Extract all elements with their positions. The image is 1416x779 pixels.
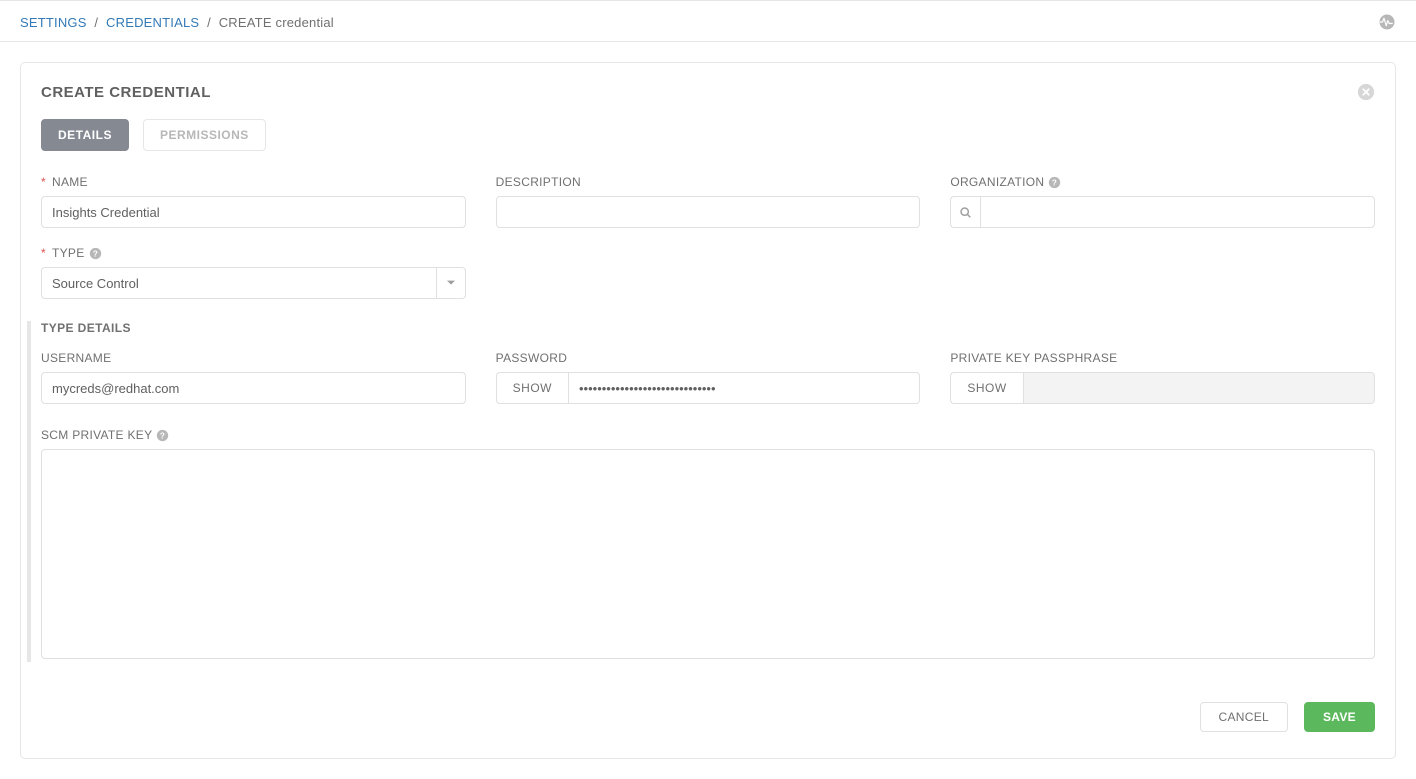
type-label: * TYPE ? <box>41 246 466 260</box>
help-icon[interactable]: ? <box>156 428 170 442</box>
chevron-down-icon[interactable] <box>436 267 466 299</box>
save-button[interactable]: SAVE <box>1304 702 1375 732</box>
form-grid-main: * NAME DESCRIPTION ORGANIZATION ? <box>41 175 1375 299</box>
organization-label: ORGANIZATION ? <box>950 175 1375 189</box>
organization-input-group <box>950 196 1375 228</box>
field-organization: ORGANIZATION ? <box>950 175 1375 228</box>
activity-stream-icon[interactable] <box>1378 13 1396 31</box>
password-input[interactable] <box>568 372 920 404</box>
panel-header: CREATE CREDENTIAL <box>41 83 1375 101</box>
help-icon[interactable]: ? <box>89 246 103 260</box>
field-passphrase: PRIVATE KEY PASSPHRASE SHOW <box>950 351 1375 404</box>
passphrase-input-group: SHOW <box>950 372 1375 404</box>
passphrase-show-button[interactable]: SHOW <box>950 372 1022 404</box>
scm-private-key-textarea[interactable] <box>41 449 1375 659</box>
spacer <box>496 246 921 299</box>
create-credential-panel: CREATE CREDENTIAL DETAILS PERMISSIONS * … <box>20 62 1396 759</box>
required-marker: * <box>41 246 46 260</box>
form-grid-type-details: USERNAME PASSWORD SHOW PRIVATE KEY PASSP… <box>41 351 1375 662</box>
field-username: USERNAME <box>41 351 466 404</box>
close-icon[interactable] <box>1357 83 1375 101</box>
passphrase-label: PRIVATE KEY PASSPHRASE <box>950 351 1375 365</box>
organization-input[interactable] <box>980 196 1375 228</box>
password-show-button[interactable]: SHOW <box>496 372 568 404</box>
passphrase-input[interactable] <box>1023 372 1375 404</box>
field-password: PASSWORD SHOW <box>496 351 921 404</box>
type-selected-value: Source Control <box>41 267 436 299</box>
tab-bar: DETAILS PERMISSIONS <box>41 119 1375 151</box>
cancel-button[interactable]: CANCEL <box>1200 702 1288 732</box>
organization-lookup-button[interactable] <box>950 196 980 228</box>
svg-text:?: ? <box>1052 178 1057 187</box>
tab-details[interactable]: DETAILS <box>41 119 129 151</box>
required-marker: * <box>41 175 46 189</box>
top-bar: SETTINGS / CREDENTIALS / CREATE credenti… <box>0 0 1416 42</box>
name-input[interactable] <box>41 196 466 228</box>
field-scm-private-key: SCM PRIVATE KEY ? <box>41 428 1375 662</box>
description-input[interactable] <box>496 196 921 228</box>
svg-text:?: ? <box>92 249 97 258</box>
password-input-group: SHOW <box>496 372 921 404</box>
field-description: DESCRIPTION <box>496 175 921 228</box>
breadcrumb-current: CREATE credential <box>219 15 334 30</box>
scm-private-key-label: SCM PRIVATE KEY ? <box>41 428 1375 442</box>
breadcrumb-separator: / <box>203 15 215 30</box>
breadcrumb-credentials-link[interactable]: CREDENTIALS <box>106 15 199 30</box>
description-label: DESCRIPTION <box>496 175 921 189</box>
search-icon <box>959 206 972 219</box>
username-input[interactable] <box>41 372 466 404</box>
password-label: PASSWORD <box>496 351 921 365</box>
breadcrumb-separator: / <box>90 15 102 30</box>
type-details-section: TYPE DETAILS USERNAME PASSWORD SHOW PRIV… <box>27 321 1375 662</box>
name-label: * NAME <box>41 175 466 189</box>
breadcrumb-settings-link[interactable]: SETTINGS <box>20 15 87 30</box>
field-type: * TYPE ? Source Control <box>41 246 466 299</box>
tab-permissions[interactable]: PERMISSIONS <box>143 119 266 151</box>
type-select[interactable]: Source Control <box>41 267 466 299</box>
field-name: * NAME <box>41 175 466 228</box>
type-details-header: TYPE DETAILS <box>41 321 1375 335</box>
help-icon[interactable]: ? <box>1048 175 1062 189</box>
svg-text:?: ? <box>160 431 165 440</box>
username-label: USERNAME <box>41 351 466 365</box>
breadcrumb: SETTINGS / CREDENTIALS / CREATE credenti… <box>20 15 334 30</box>
form-actions: CANCEL SAVE <box>41 702 1375 732</box>
spacer <box>950 246 1375 299</box>
panel-title: CREATE CREDENTIAL <box>41 84 211 101</box>
